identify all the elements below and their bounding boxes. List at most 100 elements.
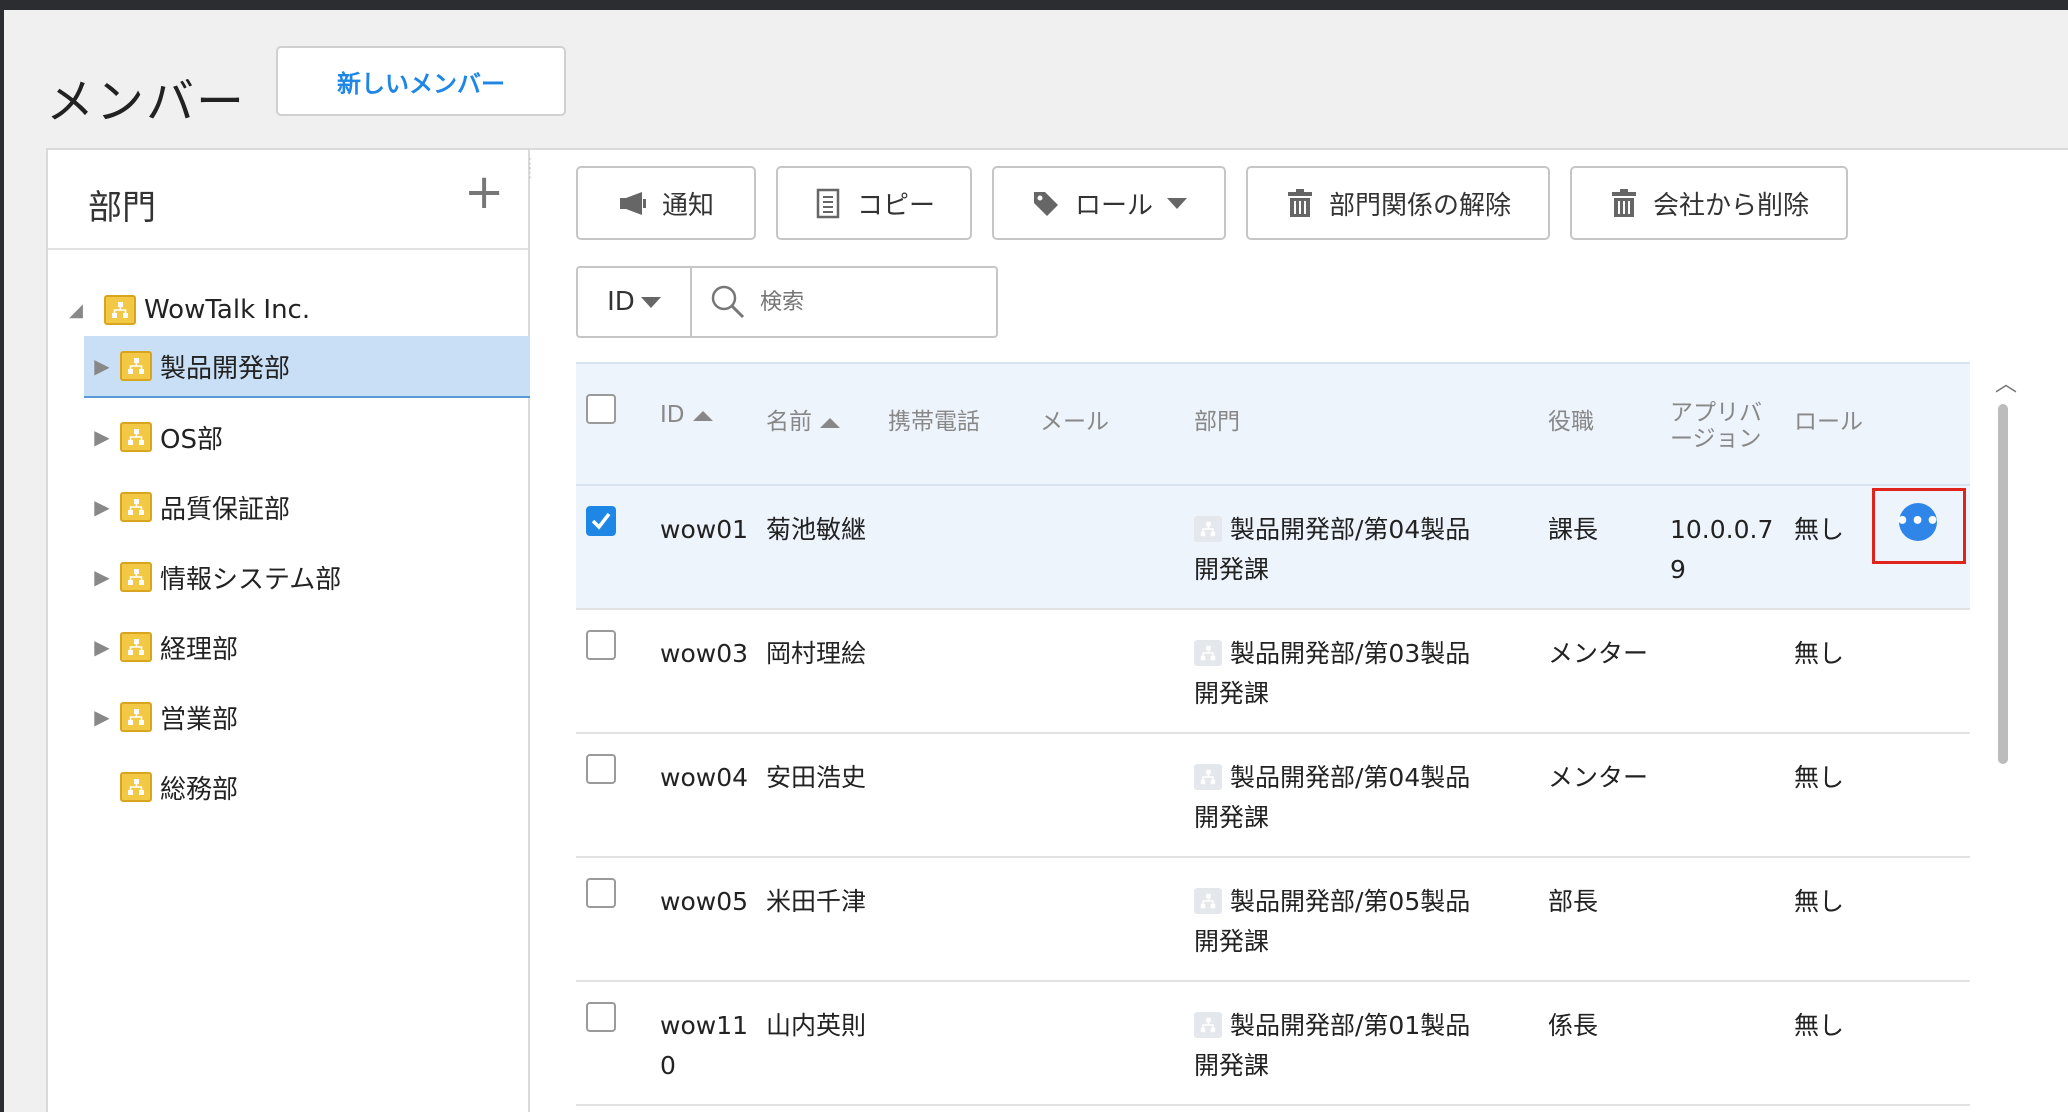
cell-name: 岡村理絵 bbox=[766, 639, 867, 668]
cell-department: 製品開発部/第01製品 開発課 bbox=[1194, 1006, 1470, 1086]
expand-triangle-icon[interactable]: ▶ bbox=[84, 565, 120, 589]
tree-item[interactable]: ▶ 製品開発部 bbox=[84, 336, 530, 398]
tree-root-item[interactable]: ◢ WowTalk Inc. bbox=[48, 282, 528, 338]
column-header-id[interactable]: ID bbox=[660, 402, 713, 428]
tree-item-label: 製品開発部 bbox=[160, 353, 291, 384]
pane-resize-handle[interactable]: ⋮ ⋮ bbox=[516, 157, 544, 200]
cell-role: 無し bbox=[1794, 515, 1845, 544]
cell-department: 製品開発部/第04製品 開発課 bbox=[1194, 758, 1470, 838]
cell-department-path-cont: 開発課 bbox=[1194, 927, 1270, 956]
tree-item[interactable]: ▶ OS部 bbox=[84, 406, 530, 468]
table-header: ID 名前 携帯電話 メール 部門 役職 アプリバ ージョン ロール bbox=[576, 362, 1970, 486]
tree-item[interactable]: ▶ 品質保証部 bbox=[84, 476, 530, 538]
cell-position: 課長 bbox=[1548, 515, 1599, 544]
remove-department-button[interactable]: 部門関係の解除 bbox=[1246, 166, 1550, 240]
department-icon bbox=[1194, 888, 1222, 914]
copy-button[interactable]: コピー bbox=[776, 166, 972, 240]
role-label: ロール bbox=[1074, 190, 1153, 221]
scrollbar-thumb[interactable] bbox=[1998, 404, 2008, 764]
expand-triangle-icon[interactable]: ▶ bbox=[84, 354, 120, 378]
tree-item-label: 営業部 bbox=[160, 704, 239, 735]
cell-id: wow03 bbox=[660, 639, 749, 668]
expand-triangle-icon[interactable]: ▶ bbox=[84, 425, 120, 449]
tree-item-label: 情報システム部 bbox=[160, 564, 342, 595]
remove-from-company-button[interactable]: 会社から削除 bbox=[1570, 166, 1848, 240]
role-button[interactable]: ロール bbox=[992, 166, 1226, 240]
table-scrollbar[interactable]: ︿ bbox=[1988, 362, 2018, 1112]
tag-icon bbox=[1033, 192, 1058, 216]
row-checkbox[interactable] bbox=[586, 754, 616, 784]
cell-department: 製品開発部/第03製品 開発課 bbox=[1194, 634, 1470, 714]
tree-item-label: OS部 bbox=[160, 424, 223, 455]
tree-item[interactable]: 総務部 bbox=[84, 756, 530, 818]
cell-department-path-cont: 開発課 bbox=[1194, 679, 1270, 708]
column-header-name[interactable]: 名前 bbox=[766, 402, 840, 436]
expand-triangle-icon[interactable]: ▶ bbox=[84, 495, 120, 519]
row-checkbox[interactable] bbox=[586, 630, 616, 660]
row-checkbox[interactable] bbox=[586, 506, 616, 536]
column-header-mobile[interactable]: 携帯電話 bbox=[888, 402, 980, 436]
expand-triangle-icon[interactable]: ▶ bbox=[84, 635, 120, 659]
members-panel: 部門 + ◢ WowTalk Inc. ▶ 製品開発部 ▶ OS部 ▶ 品質保証部 ▶ 情報シ… bbox=[46, 148, 2068, 1112]
row-checkbox[interactable] bbox=[586, 878, 616, 908]
organization-icon bbox=[120, 632, 152, 662]
tree-item[interactable]: ▶ 営業部 bbox=[84, 686, 530, 748]
cell-role: 無し bbox=[1794, 1011, 1845, 1040]
column-header-app-version[interactable]: アプリバ ージョン bbox=[1670, 400, 1762, 452]
cell-department-path: 製品開発部/第04製品 bbox=[1230, 515, 1471, 544]
column-header-department[interactable]: 部門 bbox=[1194, 402, 1240, 436]
table-row[interactable]: wow03 岡村理絵 製品開発部/第03製品 開発課 メンター 無し bbox=[576, 610, 1970, 734]
cell-role: 無し bbox=[1794, 763, 1845, 792]
notify-button[interactable]: 通知 bbox=[576, 166, 756, 240]
department-icon bbox=[1194, 1012, 1222, 1038]
column-name-label: 名前 bbox=[766, 409, 812, 435]
collapse-triangle-icon[interactable]: ◢ bbox=[48, 300, 104, 321]
select-all-checkbox[interactable] bbox=[586, 394, 616, 424]
cell-id: wow05 bbox=[660, 887, 749, 916]
table-row[interactable]: wow04 安田浩史 製品開発部/第04製品 開発課 メンター 無し bbox=[576, 734, 1970, 858]
organization-icon bbox=[120, 492, 152, 522]
cell-id: wow01 bbox=[660, 515, 749, 544]
search-input[interactable] bbox=[760, 289, 980, 315]
sort-ascending-icon bbox=[820, 417, 840, 428]
cell-name: 安田浩史 bbox=[766, 763, 867, 792]
chevron-down-icon bbox=[640, 296, 661, 308]
column-header-email[interactable]: メール bbox=[1040, 402, 1109, 436]
row-checkbox[interactable] bbox=[586, 1002, 616, 1032]
column-header-role[interactable]: ロール bbox=[1794, 402, 1863, 436]
remove-from-company-label: 会社から削除 bbox=[1652, 190, 1809, 221]
expand-triangle-icon[interactable]: ▶ bbox=[84, 705, 120, 729]
department-icon bbox=[1194, 640, 1222, 666]
cell-position: 係長 bbox=[1548, 1011, 1599, 1040]
trash-icon bbox=[1611, 189, 1636, 217]
tree-item-label: 品質保証部 bbox=[160, 494, 291, 525]
cell-name: 菊池敏継 bbox=[766, 515, 867, 544]
tree-item-label: 経理部 bbox=[160, 634, 239, 665]
more-options-icon[interactable]: ••• bbox=[1895, 503, 1940, 541]
column-header-position[interactable]: 役職 bbox=[1548, 402, 1594, 436]
organization-icon bbox=[120, 422, 152, 452]
search-field-select[interactable]: ID bbox=[578, 268, 692, 336]
cell-app-version: 10.0.0.7 9 bbox=[1670, 515, 1774, 584]
cell-position: メンター bbox=[1548, 639, 1649, 668]
search-bar: ID bbox=[576, 266, 998, 338]
copy-label: コピー bbox=[856, 190, 935, 221]
scroll-up-icon[interactable]: ︿ bbox=[1995, 366, 2017, 398]
plus-icon[interactable]: + bbox=[464, 168, 504, 216]
cell-department: 製品開発部/第05製品 開発課 bbox=[1194, 882, 1470, 962]
organization-icon bbox=[120, 772, 152, 802]
table-row[interactable]: wow05 米田千津 製品開発部/第05製品 開発課 部長 無し bbox=[576, 858, 1970, 982]
new-member-button[interactable]: 新しいメンバー bbox=[276, 46, 566, 116]
table-row[interactable]: wow01 菊池敏継 製品開発部/第04製品開発課 課長 10.0.0.7 9 無し ••• bbox=[576, 486, 1970, 610]
tree-item[interactable]: ▶ 経理部 bbox=[84, 616, 530, 678]
table-row[interactable]: wow11 0 山内英則 製品開発部/第01製品 開発課 係長 無し bbox=[576, 982, 1970, 1106]
cell-position: 部長 bbox=[1548, 887, 1599, 916]
department-icon bbox=[1194, 516, 1222, 542]
more-actions-highlight: ••• bbox=[1872, 488, 1966, 564]
search-field-value: ID bbox=[607, 287, 635, 317]
tree-item[interactable]: ▶ 情報システム部 bbox=[84, 546, 530, 608]
department-header: 部門 + bbox=[48, 150, 528, 250]
organization-icon bbox=[120, 702, 152, 732]
cell-id: wow04 bbox=[660, 763, 749, 792]
cell-department-path-cont: 開発課 bbox=[1194, 555, 1270, 584]
